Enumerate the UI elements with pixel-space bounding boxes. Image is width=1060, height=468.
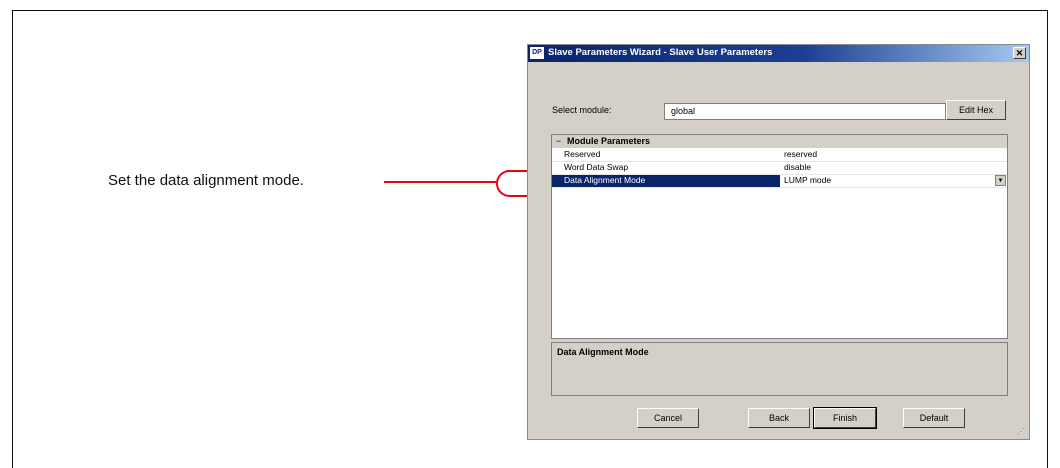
default-button[interactable]: Default bbox=[903, 408, 965, 428]
param-value-select[interactable]: LUMP mode bbox=[784, 175, 831, 185]
edit-hex-button[interactable]: Edit Hex bbox=[946, 100, 1006, 120]
param-row-data-alignment-mode[interactable]: Data Alignment Mode LUMP mode ▼ bbox=[552, 175, 1007, 188]
wizard-dialog: DP Slave Parameters Wizard - Slave User … bbox=[527, 44, 1030, 440]
close-icon[interactable]: ✕ bbox=[1013, 47, 1026, 59]
dialog-title: Slave Parameters Wizard - Slave User Par… bbox=[548, 47, 773, 58]
param-row-reserved[interactable]: Reserved reserved bbox=[552, 149, 1007, 162]
param-row-word-data-swap[interactable]: Word Data Swap disable bbox=[552, 162, 1007, 175]
param-name: Reserved bbox=[564, 149, 601, 159]
module-parameters-group[interactable]: − Module Parameters bbox=[552, 135, 1007, 148]
select-module-dropdown[interactable]: global ▼ bbox=[664, 103, 962, 120]
parameter-grid: − Module Parameters Reserved reserved Wo… bbox=[551, 134, 1008, 339]
chevron-down-icon[interactable]: ▼ bbox=[995, 175, 1006, 186]
callout-text: Set the data alignment mode. bbox=[108, 172, 304, 189]
select-module-value: global bbox=[671, 106, 696, 116]
param-value: disable bbox=[784, 162, 811, 172]
cancel-button[interactable]: Cancel bbox=[637, 408, 699, 428]
collapse-icon[interactable]: − bbox=[556, 136, 561, 146]
select-module-label: Select module: bbox=[552, 105, 612, 115]
finish-button[interactable]: Finish bbox=[813, 407, 877, 429]
param-name: Data Alignment Mode bbox=[552, 175, 780, 187]
callout-line bbox=[384, 181, 496, 183]
description-panel: Data Alignment Mode bbox=[551, 342, 1008, 396]
param-name: Word Data Swap bbox=[564, 162, 629, 172]
group-label: Module Parameters bbox=[567, 136, 651, 146]
back-button[interactable]: Back bbox=[748, 408, 810, 428]
param-value: reserved bbox=[784, 149, 818, 159]
resize-grip-icon[interactable]: ⋰ bbox=[1017, 427, 1027, 437]
title-bar[interactable]: DP Slave Parameters Wizard - Slave User … bbox=[528, 45, 1029, 62]
app-icon: DP bbox=[530, 47, 544, 59]
description-title: Data Alignment Mode bbox=[557, 347, 649, 357]
